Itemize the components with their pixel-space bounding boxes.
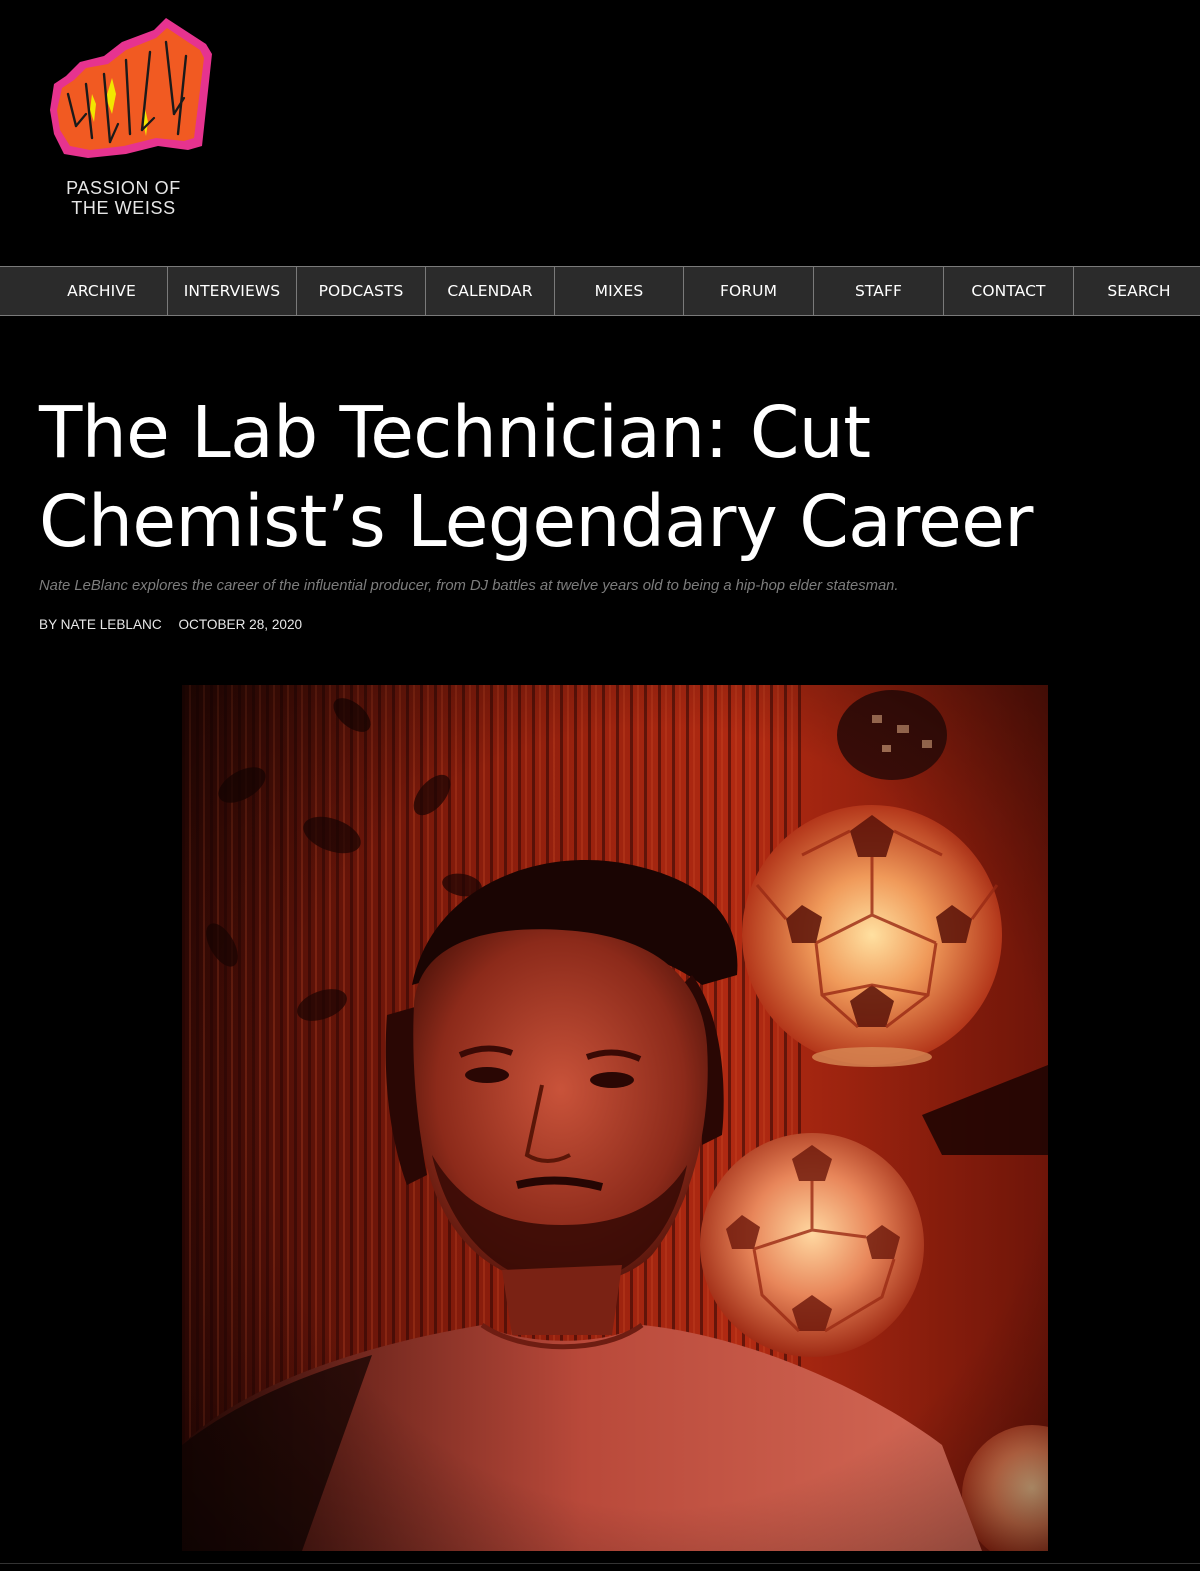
logo-wordmark: PASSION OF THE WEISS xyxy=(46,178,201,218)
page: PASSION OF THE WEISS ARCHIVE INTERVIEWS … xyxy=(0,0,1200,1571)
nav-item-search[interactable]: SEARCH xyxy=(1074,267,1200,315)
nav-item-mixes[interactable]: MIXES xyxy=(555,267,684,315)
logo-mark-icon xyxy=(50,18,212,158)
publish-date: OCTOBER 28, 2020 xyxy=(178,617,303,632)
nav-item-staff[interactable]: STAFF xyxy=(814,267,944,315)
bottom-divider xyxy=(0,1563,1200,1564)
nav-item-podcasts[interactable]: PODCASTS xyxy=(297,267,426,315)
nav-item-interviews[interactable]: INTERVIEWS xyxy=(168,267,297,315)
logo-line-1: PASSION OF xyxy=(66,178,181,198)
author-link[interactable]: NATE LEBLANC xyxy=(61,617,162,632)
article-title: The Lab Technician: Cut Chemist’s Legend… xyxy=(39,388,1159,566)
nav-item-contact[interactable]: CONTACT xyxy=(944,267,1074,315)
nav-item-calendar[interactable]: CALENDAR xyxy=(426,267,555,315)
byline-prefix: BY xyxy=(39,617,57,632)
article-byline: BY NATE LEBLANC OCTOBER 28, 2020 xyxy=(39,615,302,635)
site-logo-link[interactable]: PASSION OF THE WEISS xyxy=(46,14,216,224)
nav-item-archive[interactable]: ARCHIVE xyxy=(0,267,168,315)
article-subtitle: Nate LeBlanc explores the career of the … xyxy=(39,578,899,594)
article-title-line-2: Chemist’s Legendary Career xyxy=(39,480,1033,563)
article-title-line-1: The Lab Technician: Cut xyxy=(39,391,871,474)
logo-line-2: THE WEISS xyxy=(71,198,176,218)
nav-item-forum[interactable]: FORUM xyxy=(684,267,814,315)
hero-photo-illustration xyxy=(182,685,1048,1551)
hero-image xyxy=(182,685,1048,1551)
main-nav: ARCHIVE INTERVIEWS PODCASTS CALENDAR MIX… xyxy=(0,266,1200,316)
